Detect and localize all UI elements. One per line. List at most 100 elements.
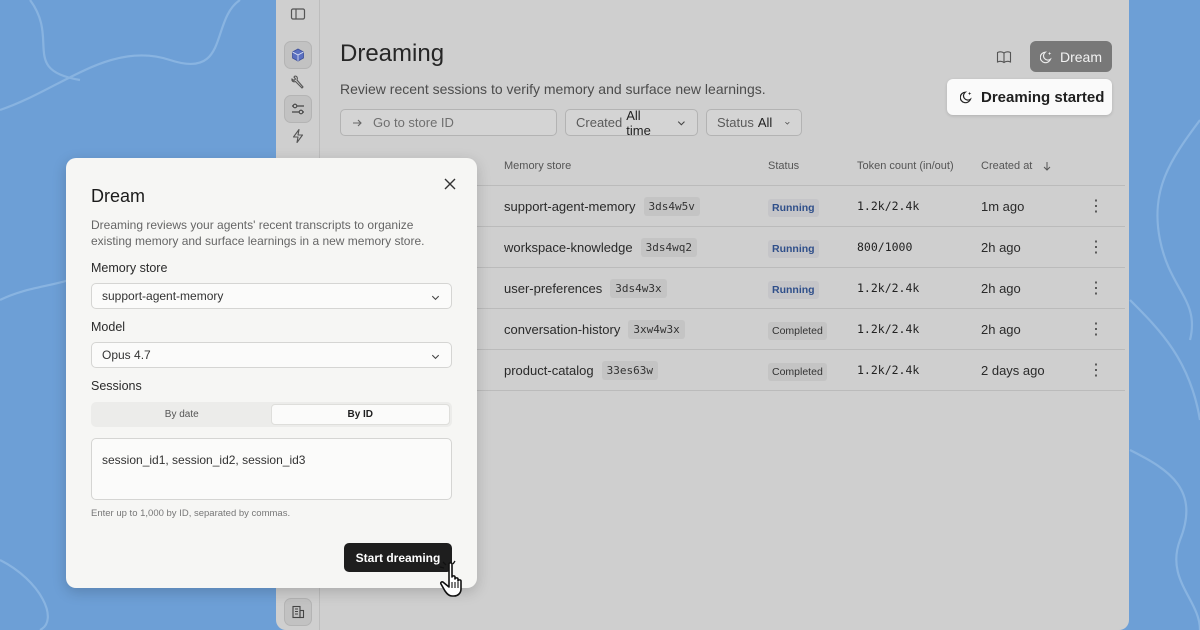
row-status: Completed	[768, 321, 827, 340]
header-created-at[interactable]: Created at	[981, 160, 1052, 172]
row-status: Running	[768, 239, 819, 258]
seg-by-id[interactable]: By ID	[270, 404, 450, 425]
close-icon[interactable]	[443, 177, 457, 191]
status-badge: Completed	[768, 362, 827, 381]
page-subtitle: Review recent sessions to verify memory …	[340, 81, 766, 97]
model-select[interactable]: Opus 4.7	[91, 342, 452, 368]
memory-store-select[interactable]: support-agent-memory	[91, 283, 452, 309]
status-badge: Running	[768, 280, 819, 299]
created-filter-dropdown[interactable]: Created All time	[565, 107, 698, 138]
page-title: Dreaming	[340, 40, 445, 67]
row-created-at: 2 days ago	[981, 362, 1045, 378]
row-status: Running	[768, 280, 819, 299]
header-token-count: Token count (in/out)	[857, 159, 954, 172]
status-badge: Running	[768, 239, 819, 258]
sessions-help-text: Enter up to 1,000 by ID, separated by co…	[91, 508, 291, 519]
header-status: Status	[768, 159, 800, 172]
dream-modal: Dream Dreaming reviews your agents' rece…	[66, 158, 477, 588]
nav-stores-button[interactable]	[284, 41, 312, 69]
row-created-at: 1m ago	[981, 198, 1025, 214]
more-vertical-icon[interactable]: ⋮	[1088, 196, 1104, 216]
sessions-label: Sessions	[91, 379, 142, 393]
store-name: support-agent-memory	[504, 198, 636, 214]
more-vertical-icon[interactable]: ⋮	[1088, 319, 1104, 339]
status-filter-label: Status	[717, 115, 754, 130]
moon-sparkle-icon	[960, 91, 972, 104]
nav-settings-button[interactable]	[284, 95, 312, 123]
docs-button[interactable]	[992, 45, 1016, 69]
more-vertical-icon[interactable]: ⋮	[1088, 278, 1104, 298]
wrench-icon	[291, 75, 304, 89]
filter-bar: Go to store ID Created All time Status A…	[340, 107, 802, 138]
modal-title: Dream	[91, 186, 146, 206]
row-token-count: 1.2k/2.4k	[857, 281, 920, 295]
sessions-mode-toggle: By date By ID	[91, 402, 452, 427]
status-filter-dropdown[interactable]: Status All	[706, 109, 802, 136]
arrow-right-icon	[353, 119, 362, 126]
created-filter-value: All time	[626, 107, 651, 138]
model-value: Opus 4.7	[102, 348, 151, 362]
header-memory-store: Memory store	[504, 159, 572, 172]
row-store: product-catalog 33es63w	[504, 360, 658, 380]
chevron-down-icon	[678, 120, 686, 126]
store-id: 3ds4w3x	[610, 278, 667, 298]
store-id-search-input[interactable]: Go to store ID	[340, 109, 557, 136]
status-badge: Running	[768, 198, 819, 217]
sidebar-toggle-button[interactable]	[284, 0, 312, 28]
more-vertical-icon[interactable]: ⋮	[1088, 360, 1104, 380]
status-badge: Completed	[768, 321, 827, 340]
row-store: conversation-history 3xw4w3x	[504, 319, 685, 339]
moon-sparkle-icon	[1039, 51, 1052, 63]
dream-button-label: Dream	[1059, 48, 1102, 65]
row-created-at: 2h ago	[981, 280, 1021, 296]
search-placeholder: Go to store ID	[373, 115, 454, 130]
toast-text: Dreaming started	[981, 88, 1105, 106]
status-filter-value: All	[757, 115, 773, 130]
dream-button[interactable]: Dream	[1030, 41, 1112, 72]
nav-organization-button[interactable]	[284, 598, 312, 626]
sliders-icon	[292, 103, 304, 115]
store-id: 33es63w	[601, 360, 658, 380]
row-store: support-agent-memory 3ds4w5v	[504, 196, 700, 216]
row-token-count: 1.2k/2.4k	[857, 322, 920, 336]
row-token-count: 1.2k/2.4k	[857, 199, 920, 213]
store-name: product-catalog	[504, 362, 594, 378]
toast-notification: Dreaming started	[947, 79, 1112, 115]
row-store: workspace-knowledge 3ds4wq2	[504, 237, 697, 257]
store-name: workspace-knowledge	[504, 239, 633, 255]
chevron-down-icon	[431, 354, 440, 360]
store-id: 3xw4w3x	[628, 319, 685, 339]
sidebar-toggle-icon	[290, 8, 306, 20]
model-label: Model	[91, 320, 126, 334]
memory-store-value: support-agent-memory	[102, 289, 224, 303]
chevron-down-icon	[785, 121, 790, 125]
more-vertical-icon[interactable]: ⋮	[1088, 237, 1104, 257]
store-name: user-preferences	[504, 280, 603, 296]
building-icon	[292, 605, 305, 619]
memory-store-label: Memory store	[91, 261, 168, 275]
created-filter-label: Created	[576, 115, 623, 130]
row-token-count: 800/1000	[857, 240, 913, 254]
header-actions: Dream	[992, 41, 1112, 72]
chevron-down-icon	[431, 295, 440, 301]
row-status: Completed	[768, 362, 827, 381]
sessions-textarea[interactable]: session_id1, session_id2, session_id3	[91, 438, 452, 500]
store-id: 3ds4wq2	[640, 237, 697, 257]
hand-cursor-icon	[439, 560, 462, 597]
nav-tools-button[interactable]	[284, 68, 312, 96]
cube-icon	[292, 48, 304, 62]
header-created-at-label: Created at	[981, 159, 1033, 172]
nav-automations-button[interactable]	[284, 122, 312, 150]
row-store: user-preferences 3ds4w3x	[504, 278, 667, 298]
row-token-count: 1.2k/2.4k	[857, 363, 920, 377]
bolt-icon	[292, 128, 304, 144]
sort-arrow-icon	[1044, 161, 1051, 171]
seg-by-date[interactable]: By date	[93, 404, 271, 425]
modal-description: Dreaming reviews your agents' recent tra…	[91, 218, 425, 248]
start-dreaming-button[interactable]: Start dreaming	[344, 543, 452, 572]
row-created-at: 2h ago	[981, 321, 1021, 337]
book-icon	[996, 50, 1012, 63]
store-name: conversation-history	[504, 321, 621, 337]
row-created-at: 2h ago	[981, 239, 1021, 255]
row-status: Running	[768, 198, 819, 217]
